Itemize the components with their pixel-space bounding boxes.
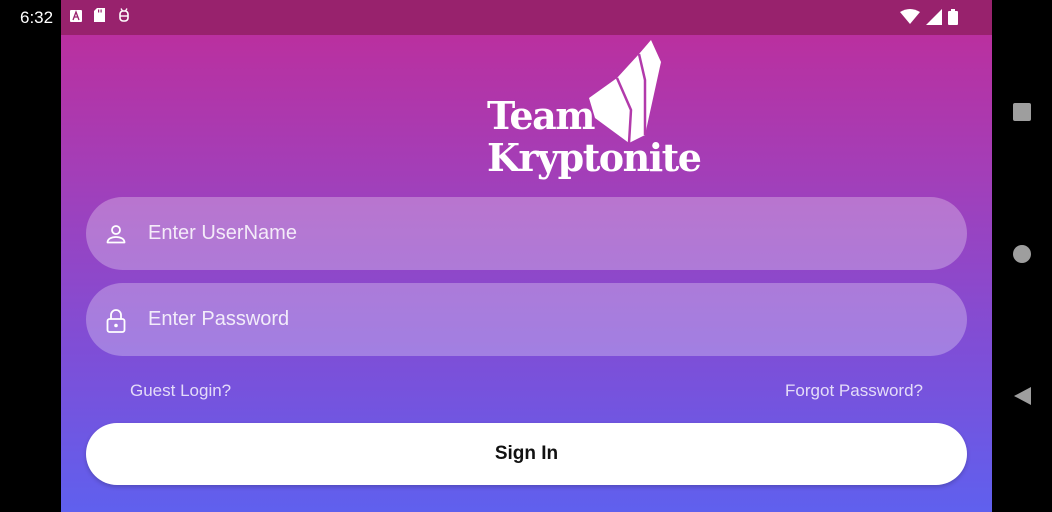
clock-time: 6:32 bbox=[20, 8, 54, 27]
android-debug-icon bbox=[117, 8, 131, 27]
home-button[interactable] bbox=[992, 236, 1052, 276]
password-input[interactable] bbox=[146, 307, 910, 332]
logo-line-2: Kryptonite bbox=[487, 135, 702, 180]
recents-button[interactable] bbox=[992, 94, 1052, 134]
device-screen: Team Kryptonite Gues bbox=[0, 0, 1052, 512]
forgot-password-link[interactable]: Forgot Password? bbox=[785, 381, 923, 401]
back-icon bbox=[1012, 386, 1032, 411]
signal-icon bbox=[926, 9, 942, 30]
username-input[interactable] bbox=[146, 221, 910, 246]
password-field[interactable] bbox=[86, 283, 967, 356]
status-bar bbox=[61, 0, 992, 35]
login-screen: Team Kryptonite Gues bbox=[61, 0, 992, 512]
home-icon bbox=[1012, 244, 1032, 269]
status-icons-right bbox=[900, 9, 958, 30]
status-icons-left bbox=[70, 8, 131, 27]
lock-icon bbox=[104, 308, 128, 333]
back-button[interactable] bbox=[992, 378, 1052, 418]
sign-in-button[interactable]: Sign In bbox=[86, 423, 967, 485]
username-field[interactable] bbox=[86, 197, 967, 270]
logo-wordmark: Team Kryptonite bbox=[487, 93, 702, 180]
guest-login-link[interactable]: Guest Login? bbox=[130, 381, 231, 401]
app-logo: Team Kryptonite bbox=[487, 40, 702, 180]
logo-line-1: Team bbox=[487, 93, 595, 138]
person-icon bbox=[104, 222, 128, 246]
recents-icon bbox=[1012, 102, 1032, 127]
sd-card-icon bbox=[94, 8, 105, 27]
navigation-bar bbox=[992, 0, 1052, 512]
battery-icon bbox=[948, 9, 958, 30]
a-box-icon bbox=[70, 9, 82, 27]
wifi-icon bbox=[900, 9, 920, 30]
